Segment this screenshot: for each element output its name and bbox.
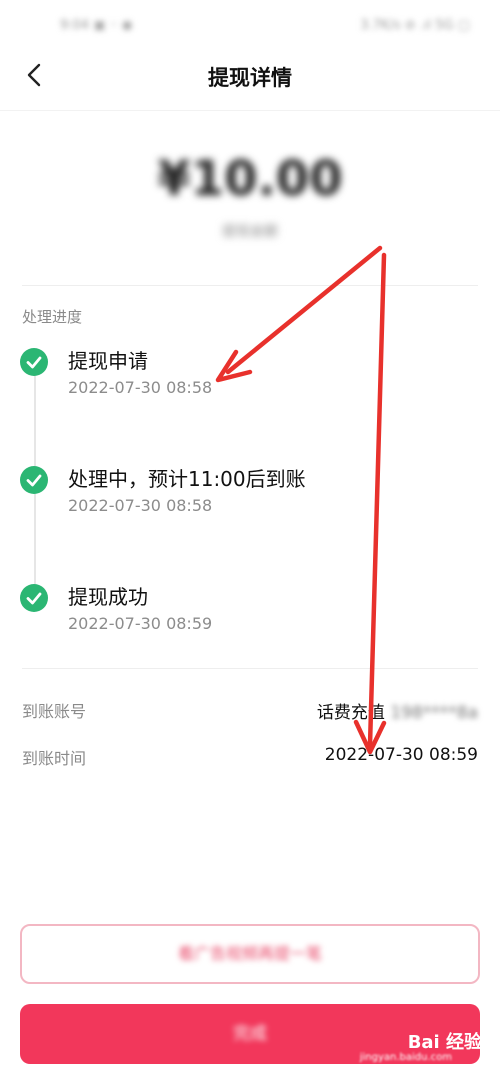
progress-step-apply: 提现申请 2022-07-30 08:58 bbox=[20, 348, 480, 408]
step-time: 2022-07-30 08:58 bbox=[68, 378, 213, 397]
account-label: 到账账号 bbox=[22, 702, 87, 721]
amount-subtitle: 提现金额 bbox=[222, 224, 278, 240]
account-row: 到账账号 话费充值 198****8a bbox=[22, 698, 478, 728]
status-bar-indicators: 3.7K/s ⊘ .ıl 5G ▢ bbox=[360, 18, 470, 33]
arrival-time-value: 2022-07-30 08:59 bbox=[324, 745, 478, 765]
step-title: 处理中，预计11:00后到账 bbox=[68, 467, 306, 491]
arrival-time-label: 到账时间 bbox=[22, 749, 87, 768]
page-title: 提现详情 bbox=[208, 66, 292, 90]
arrival-time-row: 到账时间 2022-07-30 08:59 bbox=[22, 745, 478, 775]
progress-label: 处理进度 bbox=[22, 308, 83, 326]
step-time: 2022-07-30 08:59 bbox=[68, 614, 213, 633]
step-time: 2022-07-30 08:58 bbox=[68, 496, 213, 515]
watch-ad-withdraw-button[interactable]: 看广告视频再提一笔 bbox=[20, 924, 480, 984]
status-bar: 9:04 ▣ ◦ ◉ 3.7K/s ⊘ .ıl 5G ▢ bbox=[0, 0, 500, 50]
amount-value: ¥10.00 bbox=[157, 151, 343, 207]
check-circle-icon bbox=[20, 584, 48, 612]
check-circle-icon bbox=[20, 466, 48, 494]
progress-step-processing: 处理中，预计11:00后到账 2022-07-30 08:58 bbox=[20, 466, 480, 526]
watch-ad-withdraw-label: 看广告视频再提一笔 bbox=[177, 944, 322, 963]
step-title: 提现申请 bbox=[68, 349, 148, 373]
amount-section: ¥10.00 提现金额 bbox=[0, 110, 500, 285]
account-value: 话费充值 198****8a bbox=[317, 698, 478, 723]
progress-step-success: 提现成功 2022-07-30 08:59 bbox=[20, 584, 480, 644]
account-masked: 198****8a bbox=[390, 703, 478, 723]
baidu-jingyan-watermark: Bai 经验 bbox=[407, 1032, 482, 1053]
status-bar-time: 9:04 ▣ ◦ ◉ bbox=[60, 18, 133, 33]
nav-bar: 提现详情 bbox=[0, 50, 500, 100]
check-circle-icon bbox=[20, 348, 48, 376]
account-type: 话费充值 bbox=[316, 703, 385, 723]
step-title: 提现成功 bbox=[68, 585, 148, 609]
divider bbox=[22, 668, 478, 669]
watermark-url: jingyan.baidu.com bbox=[359, 1052, 452, 1063]
divider bbox=[22, 285, 478, 286]
